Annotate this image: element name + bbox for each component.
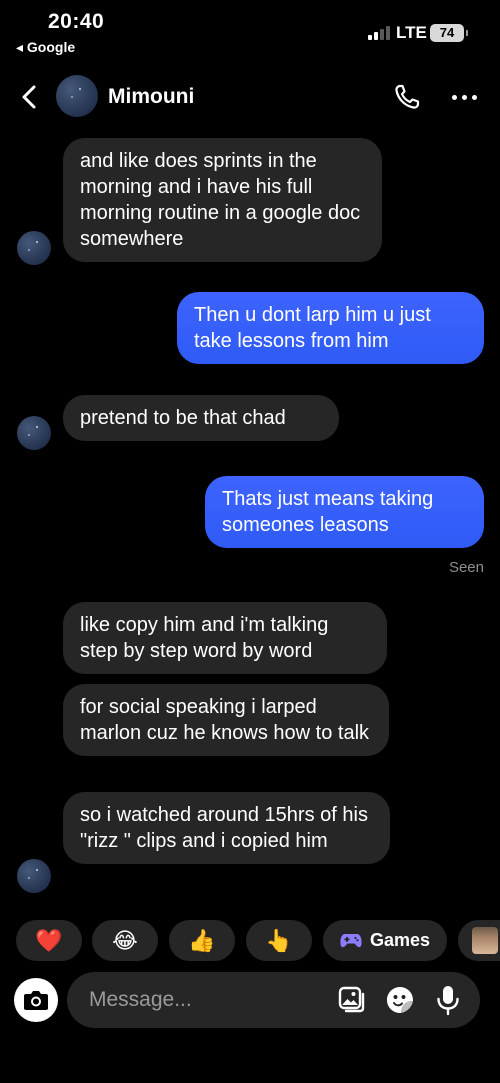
message-bubble-incoming[interactable]: for social speaking i larped marlon cuz … [63, 684, 389, 756]
message-bubble-incoming[interactable]: pretend to be that chad [63, 395, 339, 441]
point-up-emoji-icon: 👆 [265, 927, 293, 953]
gallery-icon[interactable] [337, 985, 367, 1015]
message-input-container[interactable] [67, 972, 480, 1028]
thumbs-up-emoji-icon: 👍 [188, 927, 216, 953]
games-button[interactable]: Games [323, 920, 447, 961]
laughing-emoji-icon: 😂 [112, 927, 138, 953]
sender-avatar[interactable] [17, 859, 51, 893]
phone-icon[interactable] [392, 82, 422, 112]
sticker-preview-button[interactable] [458, 920, 500, 961]
message-bubble-outgoing[interactable]: Thats just means taking someones leasons [205, 476, 484, 548]
chevron-left-icon[interactable] [16, 82, 44, 112]
joy-reaction-button[interactable]: 😂 [92, 920, 158, 961]
network-type: LTE [396, 23, 427, 42]
message-input[interactable] [89, 972, 319, 1028]
message-bubble-incoming[interactable]: so i watched around 15hrs of his "rizz "… [63, 792, 390, 864]
status-bar: 20:40 ◂ Google LTE 74 [0, 0, 500, 62]
seen-status: Seen [448, 559, 484, 576]
games-label: Games [369, 930, 431, 950]
message-bubble-incoming[interactable]: like copy him and i'm talking step by st… [63, 602, 387, 674]
message-bubble-incoming[interactable]: and like does sprints in the morning and… [63, 138, 382, 262]
gamepad-icon [340, 933, 362, 947]
camera-icon [24, 991, 48, 1010]
heart-emoji-icon: ❤️ [35, 927, 63, 953]
heart-reaction-button[interactable]: ❤️ [16, 920, 82, 961]
contact-avatar[interactable] [56, 75, 98, 117]
point-up-reaction-button[interactable]: 👆 [246, 920, 312, 961]
battery-icon: 74 [430, 24, 468, 42]
signal-icon [368, 26, 390, 40]
more-horizontal-icon[interactable] [448, 82, 480, 112]
back-to-app-link[interactable]: ◂ Google [16, 39, 75, 56]
sticker-icon[interactable] [385, 985, 415, 1015]
status-time: 20:40 [48, 10, 105, 33]
avatar-sticker-icon [472, 927, 498, 954]
thumbs-up-reaction-button[interactable]: 👍 [169, 920, 235, 961]
message-bubble-outgoing[interactable]: Then u dont larp him u just take lessons… [177, 292, 484, 364]
chat-header: Mimouni [0, 70, 500, 124]
microphone-icon[interactable] [435, 984, 461, 1016]
quick-reply-row: ❤️ 😂 👍 👆 Games [0, 920, 500, 962]
camera-button[interactable] [14, 978, 58, 1022]
contact-name[interactable]: Mimouni [108, 85, 194, 109]
sender-avatar[interactable] [17, 416, 51, 450]
sender-avatar[interactable] [17, 231, 51, 265]
message-composer [0, 972, 500, 1028]
